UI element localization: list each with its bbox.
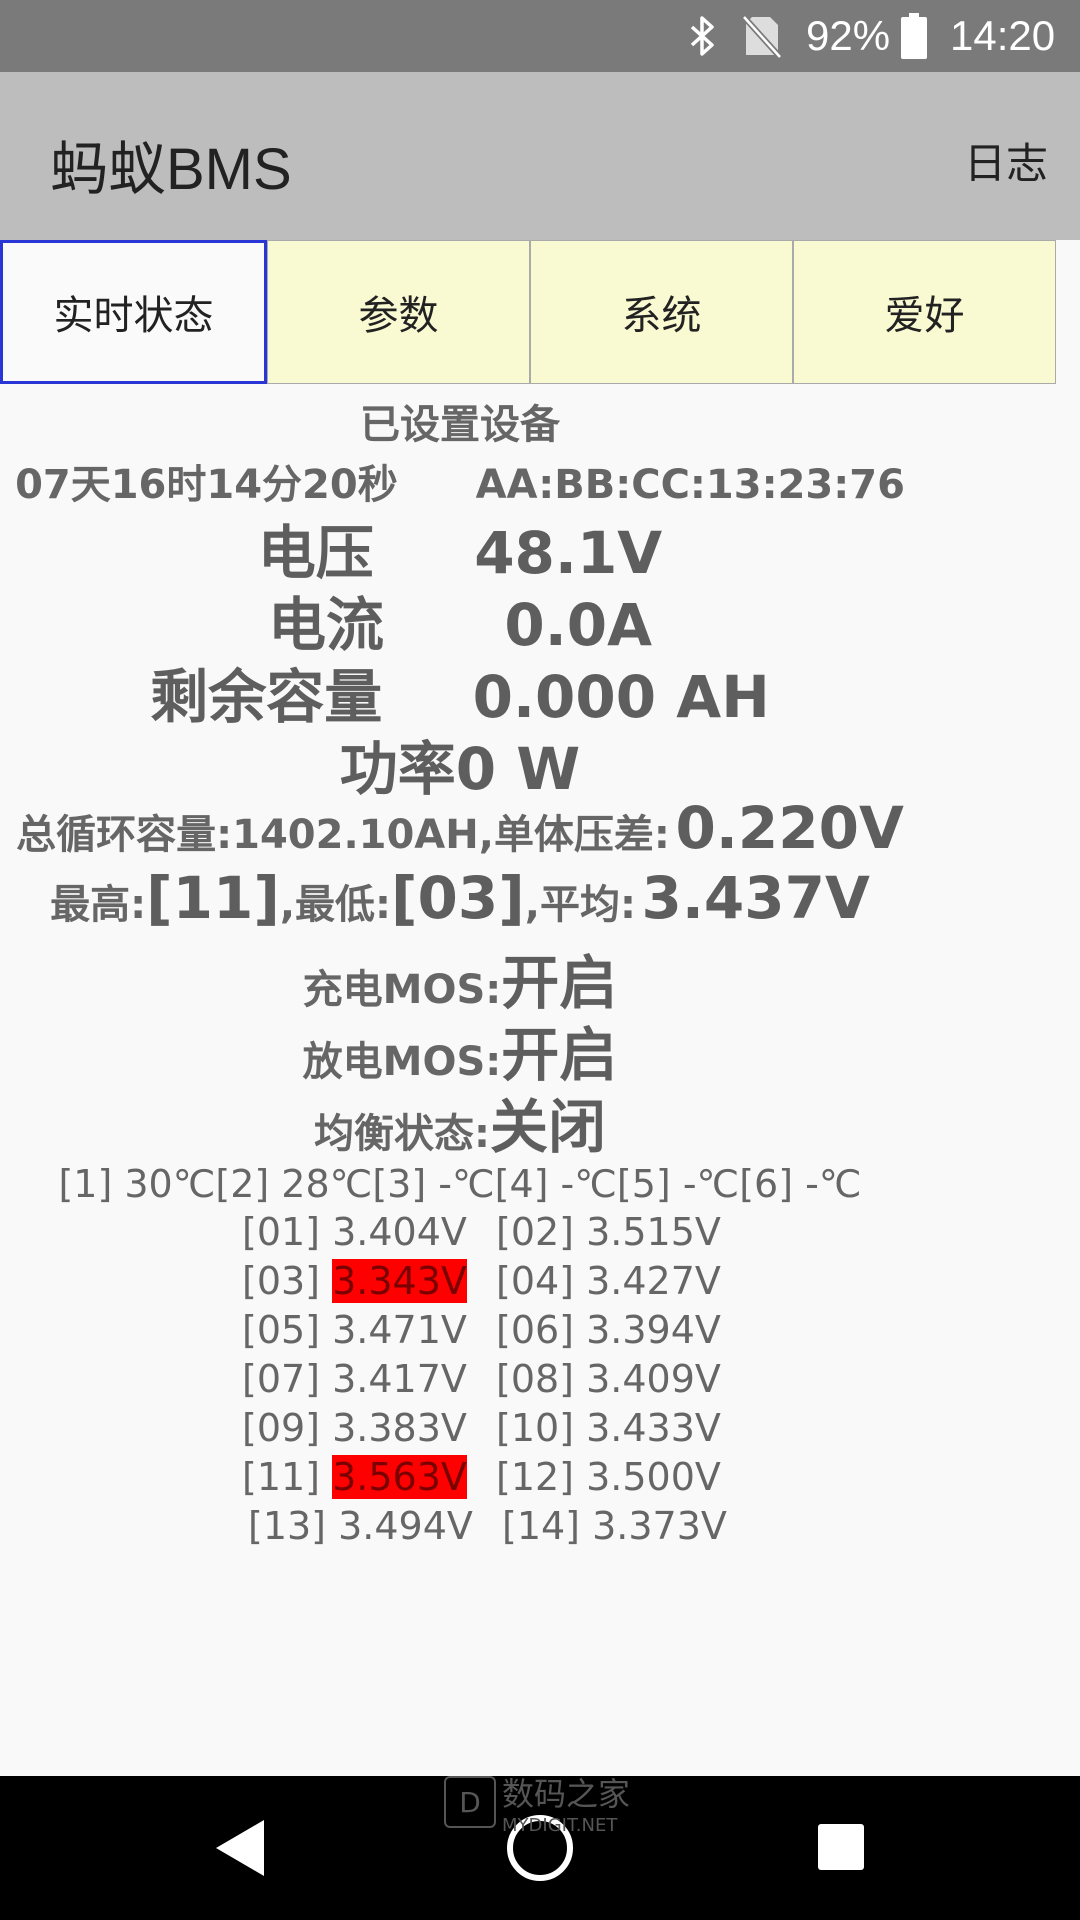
lowest-label: ,最低: <box>279 882 392 928</box>
average-label: ,平均: <box>524 882 636 928</box>
watermark-logo-icon: D <box>444 1776 496 1828</box>
balance-state: 关闭 <box>489 1093 606 1161</box>
uptime: 07天16时14分20秒 <box>15 462 398 508</box>
cell-voltage: [01] 3.404V <box>242 1210 467 1254</box>
cell-voltage: [08] 3.409V <box>496 1357 721 1401</box>
uptime-mac-line: 07天16时14分20秒 AA:BB:CC:13:23:76 <box>0 452 920 510</box>
cell-voltage: [04] 3.427V <box>496 1259 721 1303</box>
cell-voltage: [05] 3.471V <box>242 1308 467 1352</box>
cell-voltage: [03] 3.343V <box>242 1259 467 1303</box>
highest-cell: [11] <box>146 864 280 932</box>
clock: 14:20 <box>950 12 1056 59</box>
cycle-diff-line: 总循环容量:1402.10AH,单体压差: 0.220V <box>0 794 925 862</box>
charge-mos-state: 开启 <box>501 949 618 1017</box>
total-cycle-label: 总循环容量: <box>16 812 233 858</box>
discharge-mos-state: 开启 <box>501 1021 618 1089</box>
tab-realtime-status[interactable]: 实时状态 <box>0 240 267 384</box>
bluetooth-icon <box>682 0 722 72</box>
cell-voltage-high-highlight: 3.563V <box>332 1455 467 1499</box>
average-value: 3.437V <box>641 864 870 932</box>
temperature-line: [1] 30℃[2] 28℃[3] -℃[4] -℃[5] -℃[6] -℃ <box>58 1162 862 1206</box>
no-sim-icon <box>740 0 784 72</box>
balance-line: 均衡状态:关闭 <box>0 1080 920 1164</box>
cell-voltage: [10] 3.433V <box>496 1406 721 1450</box>
tab-hobby[interactable]: 爱好 <box>793 240 1056 384</box>
tab-system[interactable]: 系统 <box>530 240 793 384</box>
back-icon[interactable] <box>210 1816 270 1880</box>
discharge-mos-label: 放电MOS: <box>302 1039 502 1085</box>
lowest-cell: [03] <box>391 864 525 932</box>
watermark-text: 数码之家 <box>502 1774 631 1813</box>
cell-voltage: [02] 3.515V <box>496 1210 721 1254</box>
charge-mos-label: 充电MOS: <box>302 967 502 1013</box>
battery-icon <box>900 0 928 72</box>
cell-voltage: [12] 3.500V <box>496 1455 721 1499</box>
device-label: 已设置设备 <box>360 402 560 448</box>
recents-icon[interactable] <box>816 1822 866 1872</box>
total-cycle-value: 1402.10AH, <box>232 812 494 858</box>
voltage-value: 48.1V <box>474 519 663 587</box>
current-label: 电流 <box>267 591 384 659</box>
app-title: 蚂蚁BMS <box>50 137 292 202</box>
highest-label: 最高: <box>50 882 147 928</box>
app-bar: 蚂蚁BMS 日志 <box>0 72 1080 240</box>
cell-voltage: [11] 3.563V <box>242 1455 467 1499</box>
cell-voltage: [09] 3.383V <box>242 1406 467 1450</box>
tab-bar: 实时状态 参数 系统 爱好 <box>0 240 1056 384</box>
power-value: 0 W <box>455 735 581 803</box>
balance-label: 均衡状态: <box>313 1111 490 1157</box>
cell-diff-value: 0.220V <box>675 794 904 862</box>
status-bar: 92% 14:20 <box>0 0 1080 72</box>
tab-parameters[interactable]: 参数 <box>267 240 530 384</box>
remaining-label: 剩余容量 <box>150 663 383 731</box>
watermark: D 数码之家 MYDIGIT.NET <box>444 1772 644 1836</box>
voltage-label: 电压 <box>257 519 374 587</box>
current-value: 0.0A <box>504 591 653 659</box>
battery-percent: 92% <box>806 12 891 59</box>
cell-voltage: [06] 3.394V <box>496 1308 721 1352</box>
cell-diff-label: 单体压差: <box>493 812 670 858</box>
log-button[interactable]: 日志 <box>964 130 1048 191</box>
cell-voltage: [07] 3.417V <box>242 1357 467 1401</box>
cell-voltage: [14] 3.373V <box>502 1504 727 1548</box>
mac-address: AA:BB:CC:13:23:76 <box>475 462 905 508</box>
cell-voltage: [13] 3.494V <box>248 1504 473 1548</box>
high-low-avg-line: 最高:[11],最低:[03],平均: 3.437V <box>0 864 920 932</box>
power-label: 功率 <box>339 735 456 803</box>
cell-voltage-low-highlight: 3.343V <box>332 1259 467 1303</box>
remaining-value: 0.000 AH <box>472 663 770 731</box>
watermark-subtext: MYDIGIT.NET <box>502 1814 618 1836</box>
